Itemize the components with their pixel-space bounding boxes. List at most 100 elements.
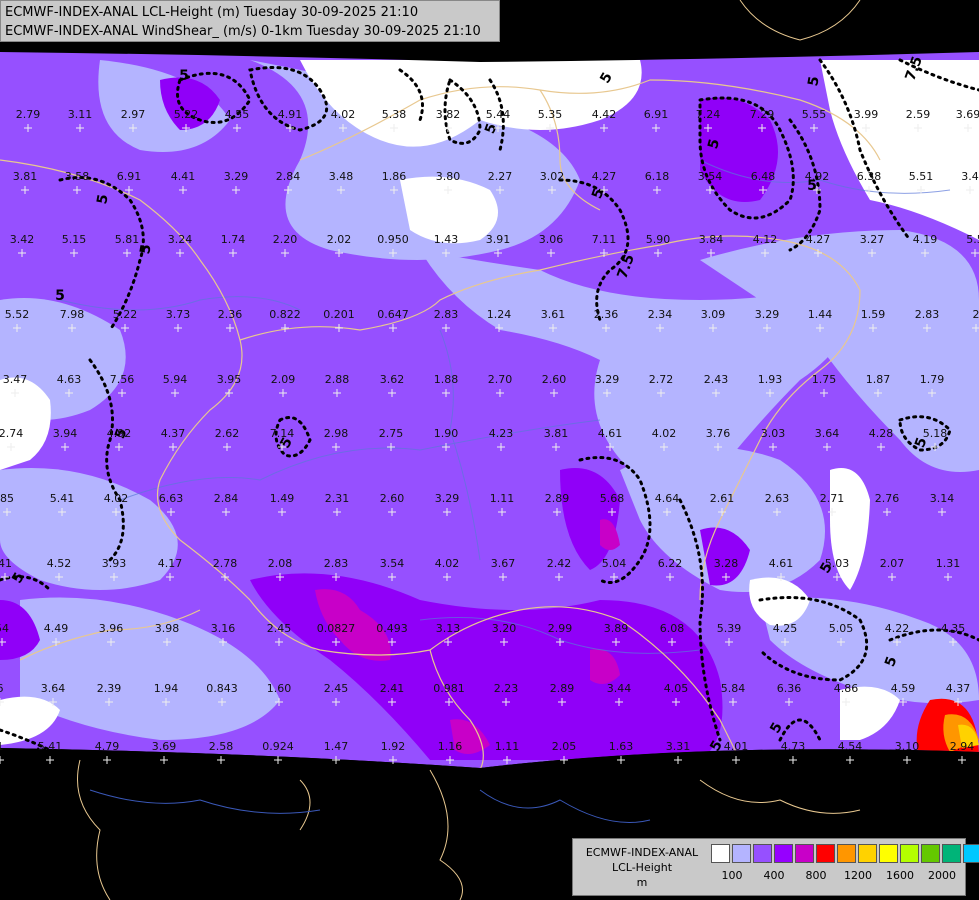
legend-model: ECMWF-INDEX-ANAL bbox=[585, 846, 699, 859]
windshear-value: 2.58 bbox=[209, 740, 234, 753]
legend-swatch bbox=[879, 844, 898, 863]
windshear-value: 3.84 bbox=[699, 233, 724, 246]
windshear-value: 2.99 bbox=[548, 622, 573, 635]
windshear-value: 6.36 bbox=[777, 682, 802, 695]
windshear-value: 5.04 bbox=[602, 557, 627, 570]
windshear-value: 2.75 bbox=[379, 427, 404, 440]
windshear-value: 3.03 bbox=[761, 427, 786, 440]
windshear-value: 3.54 bbox=[698, 170, 723, 183]
legend-tick-label: 1600 bbox=[886, 869, 914, 882]
legend-swatch bbox=[795, 844, 814, 863]
windshear-value: 3.48 bbox=[329, 170, 354, 183]
windshear-value: 3.91 bbox=[486, 233, 511, 246]
windshear-value: 6.08 bbox=[660, 622, 685, 635]
windshear-value: 6.18 bbox=[645, 170, 670, 183]
legend-swatch bbox=[900, 844, 919, 863]
windshear-value: 4.02 bbox=[652, 427, 677, 440]
windshear-value: 41 bbox=[0, 557, 12, 570]
windshear-value: 5.41 bbox=[50, 492, 75, 505]
windshear-value: 3.06 bbox=[539, 233, 564, 246]
windshear-value: 4.01 bbox=[724, 740, 749, 753]
windshear-value: 2.61 bbox=[710, 492, 735, 505]
windshear-value: 0.647 bbox=[377, 308, 409, 321]
windshear-value: 4.92 bbox=[805, 170, 830, 183]
windshear-value: 1.92 bbox=[381, 740, 406, 753]
windshear-value: 1.44 bbox=[808, 308, 833, 321]
windshear-value: 4.64 bbox=[655, 492, 680, 505]
windshear-value: 5.35 bbox=[538, 108, 563, 121]
windshear-value: 3.95 bbox=[217, 373, 242, 386]
windshear-value: 3.13 bbox=[436, 622, 461, 635]
station-plot: 2 bbox=[972, 308, 979, 332]
windshear-value: 3.67 bbox=[491, 557, 516, 570]
windshear-value: 1.31 bbox=[936, 557, 961, 570]
legend-variable: LCL-Height bbox=[611, 861, 673, 874]
windshear-value: 0.950 bbox=[377, 233, 409, 246]
windshear-value: 5.18 bbox=[923, 427, 948, 440]
windshear-value: 3.76 bbox=[706, 427, 731, 440]
windshear-value: 1.43 bbox=[434, 233, 459, 246]
windshear-value: 3.94 bbox=[53, 427, 78, 440]
windshear-value: 5.38 bbox=[382, 108, 407, 121]
windshear-value: 7.11 bbox=[592, 233, 617, 246]
windshear-value: 3.11 bbox=[68, 108, 93, 121]
windshear-value: 5.05 bbox=[829, 622, 854, 635]
windshear-value: 2.59 bbox=[906, 108, 931, 121]
windshear-value: 2.27 bbox=[488, 170, 513, 183]
legend-swatch bbox=[963, 844, 979, 863]
windshear-value: 2.20 bbox=[273, 233, 298, 246]
weather-map: 55555 7.5557.5555555555555 2.79 3.11 2.97 5.… bbox=[0, 0, 979, 900]
color-legend: ECMWF-INDEX-ANAL LCL-Height m 100 400 800 1… bbox=[572, 838, 979, 896]
windshear-value: 2.97 bbox=[121, 108, 146, 121]
windshear-value: 1.75 bbox=[812, 373, 837, 386]
windshear-value: 3.29 bbox=[595, 373, 620, 386]
windshear-value: 5.44 bbox=[486, 108, 511, 121]
windshear-value: 6 bbox=[0, 682, 4, 695]
lcl-height-field bbox=[0, 52, 979, 768]
windshear-value: 5.51 bbox=[909, 170, 934, 183]
windshear-value: 0.843 bbox=[206, 682, 238, 695]
windshear-value: 2.88 bbox=[325, 373, 350, 386]
legend-tick-label: 1200 bbox=[844, 869, 872, 882]
windshear-value: 2.45 bbox=[324, 682, 349, 695]
station-plot: 1 bbox=[0, 740, 4, 764]
windshear-value: 6.48 bbox=[751, 170, 776, 183]
windshear-value: 1.94 bbox=[154, 682, 179, 695]
windshear-value: 0.493 bbox=[376, 622, 408, 635]
windshear-value: 3.82 bbox=[436, 108, 461, 121]
windshear-value: 1.16 bbox=[438, 740, 463, 753]
windshear-value: 3.62 bbox=[380, 373, 405, 386]
windshear-value: 4.02 bbox=[104, 492, 129, 505]
windshear-value: 5.81 bbox=[115, 233, 140, 246]
windshear-value: 6.91 bbox=[117, 170, 142, 183]
windshear-value: 2.83 bbox=[434, 308, 459, 321]
windshear-value: 4.49 bbox=[44, 622, 69, 635]
windshear-value: 2.43 bbox=[704, 373, 729, 386]
windshear-value: 2.84 bbox=[276, 170, 301, 183]
windshear-value: 0.924 bbox=[262, 740, 294, 753]
windshear-value: 4.19 bbox=[913, 233, 938, 246]
windshear-value: 1.49 bbox=[270, 492, 295, 505]
windshear-value: 3.54 bbox=[380, 557, 405, 570]
windshear-value: 4.22 bbox=[885, 622, 910, 635]
windshear-value: 2.60 bbox=[542, 373, 567, 386]
windshear-value: 5.22 bbox=[113, 308, 138, 321]
legend-swatch bbox=[774, 844, 793, 863]
windshear-value: 4.25 bbox=[773, 622, 798, 635]
windshear-value: 3.16 bbox=[211, 622, 236, 635]
windshear-value: 5.15 bbox=[62, 233, 87, 246]
windshear-value: 1.87 bbox=[866, 373, 891, 386]
windshear-value: 2.76 bbox=[875, 492, 900, 505]
windshear-value: 3.20 bbox=[492, 622, 517, 635]
windshear-value: 6.91 bbox=[644, 108, 669, 121]
windshear-value: 54 bbox=[0, 622, 9, 635]
windshear-value: 2.83 bbox=[915, 308, 940, 321]
windshear-value: 2.05 bbox=[552, 740, 577, 753]
windshear-value: 5.39 bbox=[717, 622, 742, 635]
windshear-value: 3.69 bbox=[152, 740, 177, 753]
windshear-value: 2.23 bbox=[494, 682, 519, 695]
windshear-value: 4.54 bbox=[838, 740, 863, 753]
windshear-value: 3.64 bbox=[815, 427, 840, 440]
windshear-value: 4.27 bbox=[592, 170, 617, 183]
windshear-value: 2.31 bbox=[325, 492, 350, 505]
